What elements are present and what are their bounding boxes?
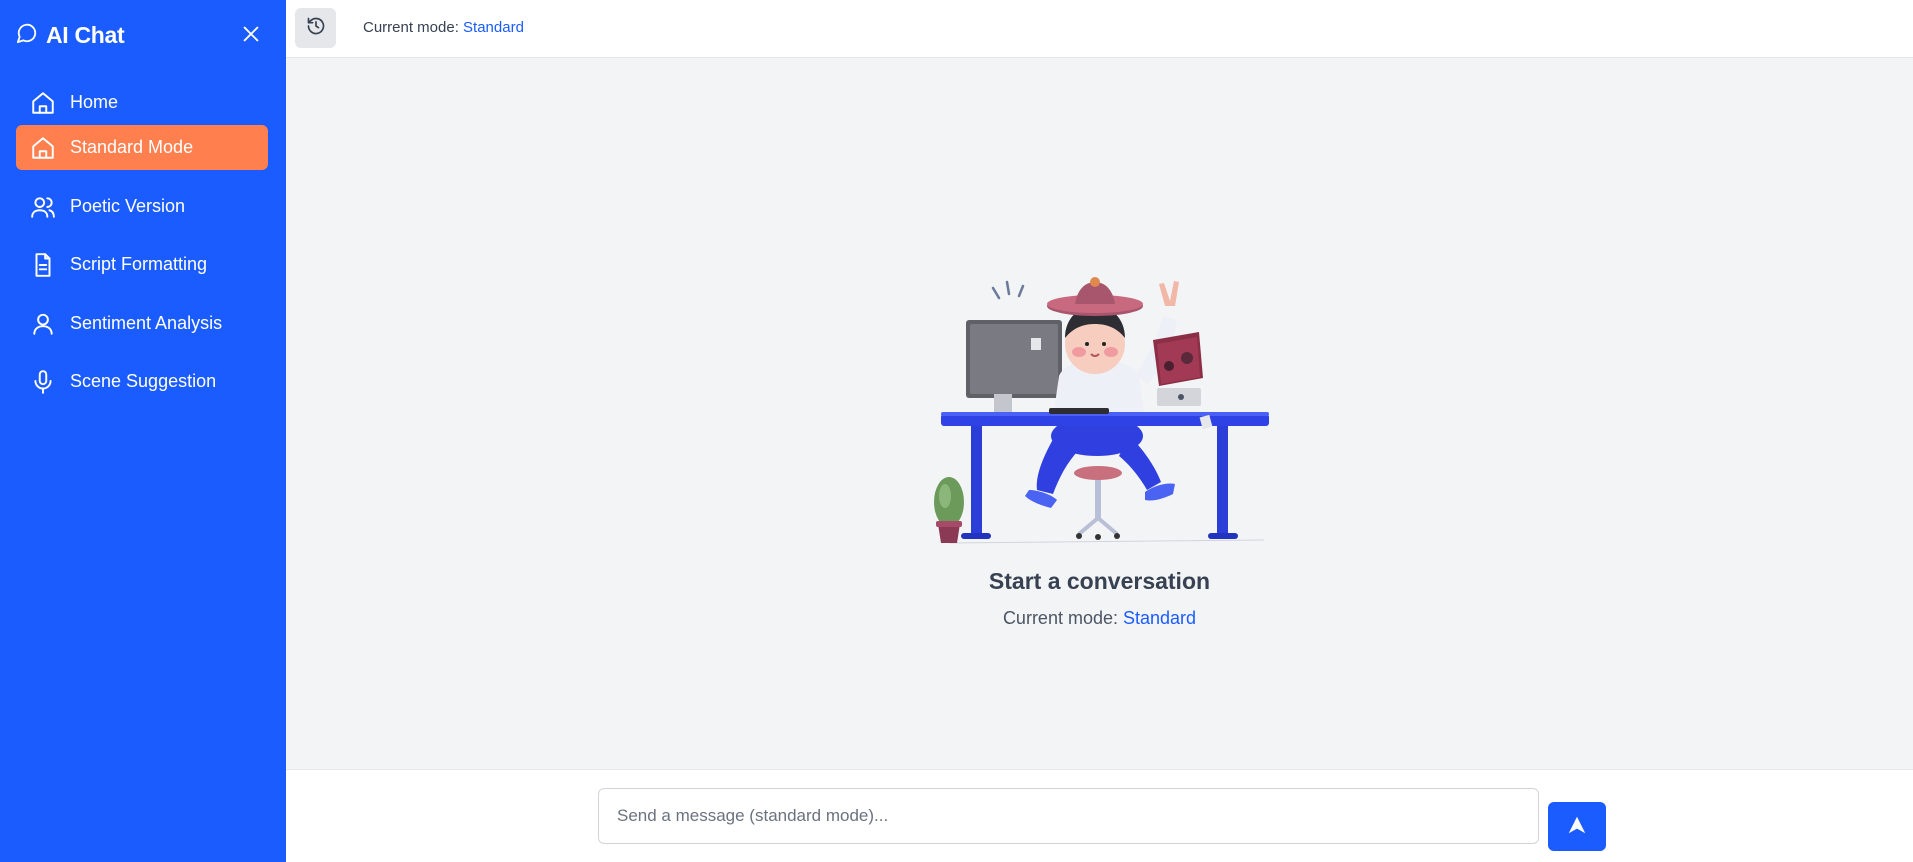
top-header: Current mode: Standard <box>286 0 1913 58</box>
sidebar-item-label: Standard Mode <box>70 137 194 157</box>
home-icon <box>30 90 56 116</box>
brand: AI Chat <box>16 20 125 50</box>
sidebar-item-label: Poetic Version <box>70 196 186 216</box>
sidebar-item-script-formatting[interactable]: Script Formatting <box>16 242 268 287</box>
close-icon <box>240 23 262 50</box>
empty-state-title: Start a conversation <box>988 568 1211 594</box>
history-button[interactable] <box>295 8 336 48</box>
close-sidebar-button[interactable] <box>236 23 266 49</box>
send-button[interactable] <box>1548 802 1606 851</box>
mode-value: Standard <box>463 19 524 36</box>
history-icon <box>306 16 326 41</box>
sidebar-item-standard-mode[interactable]: Standard Mode <box>16 125 268 170</box>
microphone-icon <box>30 369 56 395</box>
sidebar-item-label: Home <box>70 92 119 112</box>
sidebar-item-label: Sentiment Analysis <box>70 313 223 333</box>
person-at-desk-illustration <box>934 277 1269 544</box>
sidebar-item-label: Script Formatting <box>70 254 208 274</box>
sidebar: AI Chat Home Standard Mode Poetic Versio… <box>0 0 286 862</box>
message-input[interactable] <box>598 788 1539 844</box>
sidebar-item-label: Scene Suggestion <box>70 371 217 391</box>
sidebar-item-home[interactable]: Home <box>16 80 268 125</box>
mode-prefix: Current mode: <box>363 19 464 36</box>
sidebar-item-sentiment-analysis[interactable]: Sentiment Analysis <box>16 301 268 346</box>
sidebar-item-scene-suggestion[interactable]: Scene Suggestion <box>16 359 268 404</box>
chat-empty-state: Start a conversation Current mode: Stand… <box>286 58 1913 769</box>
user-icon <box>30 311 56 337</box>
message-composer <box>286 769 1913 862</box>
mode-value: Standard <box>1123 608 1197 628</box>
send-arrow-icon <box>1566 814 1588 839</box>
chat-bubble-icon <box>16 22 38 49</box>
app-title: AI Chat <box>46 21 125 48</box>
current-mode-indicator: Current mode: Standard <box>363 19 524 36</box>
sidebar-item-poetic-version[interactable]: Poetic Version <box>16 184 268 229</box>
home-icon <box>30 135 56 161</box>
users-icon <box>30 194 56 220</box>
empty-state-mode: Current mode: Standard <box>286 608 1913 629</box>
document-icon <box>30 252 56 278</box>
mode-prefix: Current mode: <box>1002 608 1123 628</box>
